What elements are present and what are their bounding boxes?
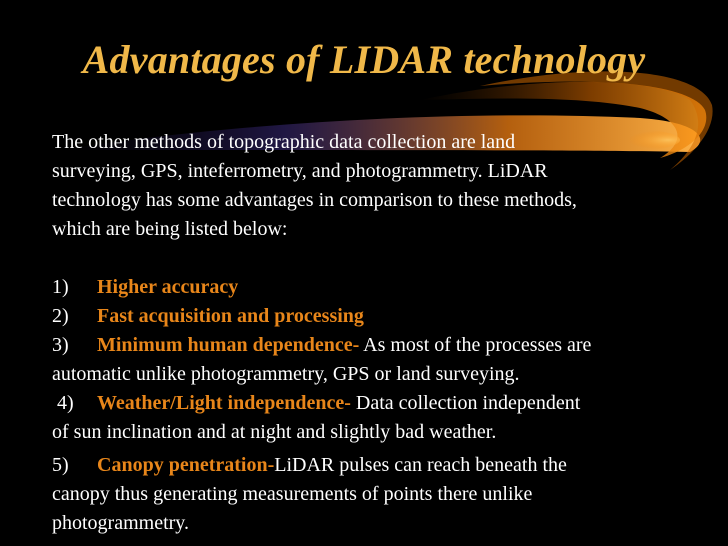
- list-item-text: As most of the processes are: [359, 334, 592, 356]
- list-item-heading: Canopy penetration-: [97, 454, 275, 476]
- intro-line: which are being listed below:: [52, 218, 288, 240]
- list-item-continuation: automatic unlike photogrammetry, GPS or …: [52, 363, 520, 385]
- slide: Advantages of LIDAR technology The other…: [0, 0, 728, 546]
- list-item: 3) Minimum human dependence- As most of t…: [52, 331, 712, 360]
- list-item-heading: Weather/Light independence-: [97, 392, 351, 414]
- slide-title: Advantages of LIDAR technology: [82, 37, 646, 82]
- list-item: 2) Fast acquisition and processing: [52, 302, 712, 331]
- list-item-heading: Minimum human dependence-: [97, 334, 360, 356]
- list-item-number: 2): [52, 305, 69, 327]
- list-item-continuation: photogrammetry.: [52, 512, 190, 534]
- list-item-number: 1): [52, 276, 69, 298]
- list-item: 4) Weather/Light independence- Data colle…: [52, 389, 712, 418]
- list-item-text: Data collection independent: [350, 392, 581, 414]
- list-item-continuation: canopy thus generating measurements of p…: [52, 483, 533, 505]
- list-item-continuation: of sun inclination and at night and slig…: [52, 421, 497, 443]
- list-item-number: 4): [57, 392, 74, 414]
- list-item: 5) Canopy penetration-LiDAR pulses can re…: [52, 451, 712, 480]
- slide-body: The other methods of topographic data co…: [52, 128, 712, 538]
- intro-line: technology has some advantages in compar…: [52, 189, 577, 211]
- list-item: 1) Higher accuracy: [52, 273, 712, 302]
- list-item-number: 3): [52, 334, 69, 356]
- list-item-heading: Fast acquisition and processing: [97, 305, 364, 327]
- intro-line: surveying, GPS, inteferrometry, and phot…: [52, 160, 548, 182]
- list-item-text: LiDAR pulses can reach beneath the: [274, 454, 567, 476]
- list-item-number: 5): [52, 454, 69, 476]
- intro-line: The other methods of topographic data co…: [52, 131, 516, 153]
- list-item-heading: Higher accuracy: [97, 276, 239, 298]
